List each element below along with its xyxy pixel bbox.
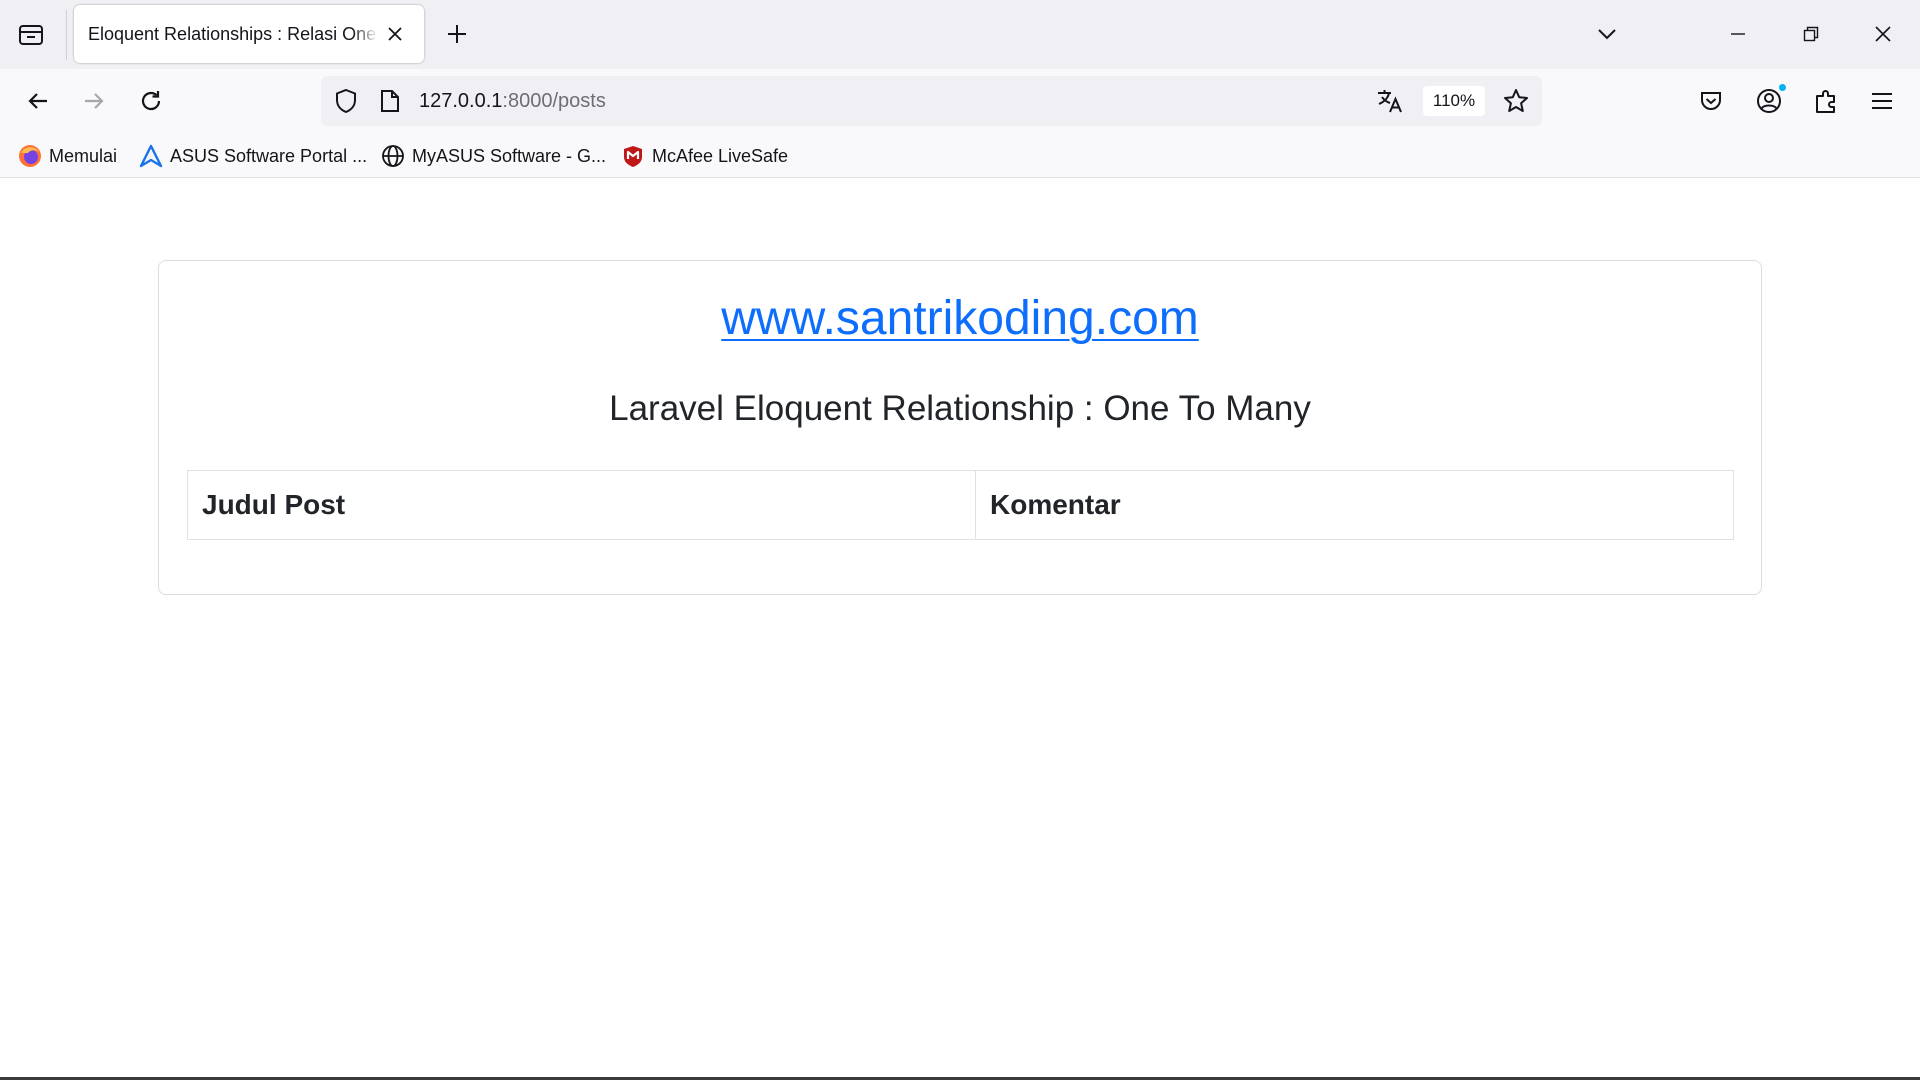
bookmark-label: McAfee LiveSafe [652,145,789,166]
hamburger-menu-icon [1872,93,1892,109]
bookmark-myasus-software[interactable]: MyASUS Software - G... [381,142,606,170]
close-window-button[interactable] [1860,12,1906,56]
asus-icon [139,144,163,168]
minimize-button[interactable] [1715,12,1761,56]
close-window-icon [1875,26,1891,42]
bookmark-label: Memulai [49,145,118,166]
site-information-button[interactable] [375,86,405,116]
column-header-komentar: Komentar [975,470,1734,540]
zoom-reset-button[interactable]: 110% [1423,86,1485,116]
navigation-toolbar: 127.0.0.1:8000/posts 110% [0,69,1920,133]
bookmark-mcafee-livesafe[interactable]: McAfee LiveSafe [621,142,788,170]
tab-close-button[interactable] [382,21,408,47]
notification-dot [1778,83,1787,92]
bookmark-star-button[interactable] [1501,86,1531,116]
close-icon [388,27,402,41]
firefox-view-button[interactable] [13,18,49,52]
chevron-down-icon [1598,29,1616,40]
arrow-left-icon [28,93,47,109]
globe-icon [381,144,405,168]
account-icon [1757,89,1781,113]
page-icon [381,90,399,112]
extensions-button[interactable] [1806,81,1846,121]
url-host: 127.0.0.1 [419,90,503,112]
new-tab-button[interactable] [440,17,474,51]
arrow-right-icon [85,93,104,109]
bookmark-asus-software-portal[interactable]: ASUS Software Portal ... [139,142,367,170]
plus-icon [448,25,466,43]
pocket-icon [1701,92,1721,110]
restore-icon [1803,26,1819,42]
site-link[interactable]: www.santrikoding.com [159,291,1761,346]
posts-table: Judul Post Komentar [187,470,1734,540]
star-icon [1504,89,1528,112]
mcafee-icon [621,144,645,168]
firefox-view-icon [19,25,43,45]
pocket-button[interactable] [1691,81,1731,121]
list-all-tabs-button[interactable] [1584,12,1630,56]
account-button[interactable] [1749,81,1789,121]
firefox-icon [18,144,42,168]
reload-icon [141,91,161,111]
forward-button[interactable] [74,81,114,121]
active-tab[interactable]: Eloquent Relationships : Relasi One to M… [74,5,424,63]
address-bar[interactable]: 127.0.0.1:8000/posts 110% [321,76,1542,126]
page-subtitle: Laravel Eloquent Relationship : One To M… [609,389,1311,428]
bookmarks-toolbar: Memulai ASUS Software Portal ... MyASUS … [0,133,1920,178]
tab-strip: Eloquent Relationships : Relasi One to M… [0,0,1920,69]
url-text[interactable]: 127.0.0.1:8000/posts [419,90,606,113]
column-header-judul-post: Judul Post [187,470,976,540]
translate-icon [1378,90,1402,113]
puzzle-icon [1816,90,1835,113]
restore-button[interactable] [1788,12,1834,56]
translate-button[interactable] [1375,86,1405,116]
bookmark-label: ASUS Software Portal ... [170,145,368,166]
reload-button[interactable] [131,81,171,121]
back-button[interactable] [18,81,58,121]
content-card: www.santrikoding.com Laravel Eloquent Re… [158,260,1762,595]
tracking-protection-button[interactable] [331,86,361,116]
shield-icon [336,88,356,114]
tab-title: Eloquent Relationships : Relasi One to M… [88,24,378,46]
minimize-icon [1731,33,1745,35]
url-path: :8000/posts [502,90,606,112]
tab-separator [66,10,67,60]
bookmark-label: MyASUS Software - G... [412,145,607,166]
app-menu-button[interactable] [1862,81,1902,121]
table-header-row: Judul Post Komentar [187,470,1734,540]
bookmark-memulai[interactable]: Memulai [18,142,117,170]
